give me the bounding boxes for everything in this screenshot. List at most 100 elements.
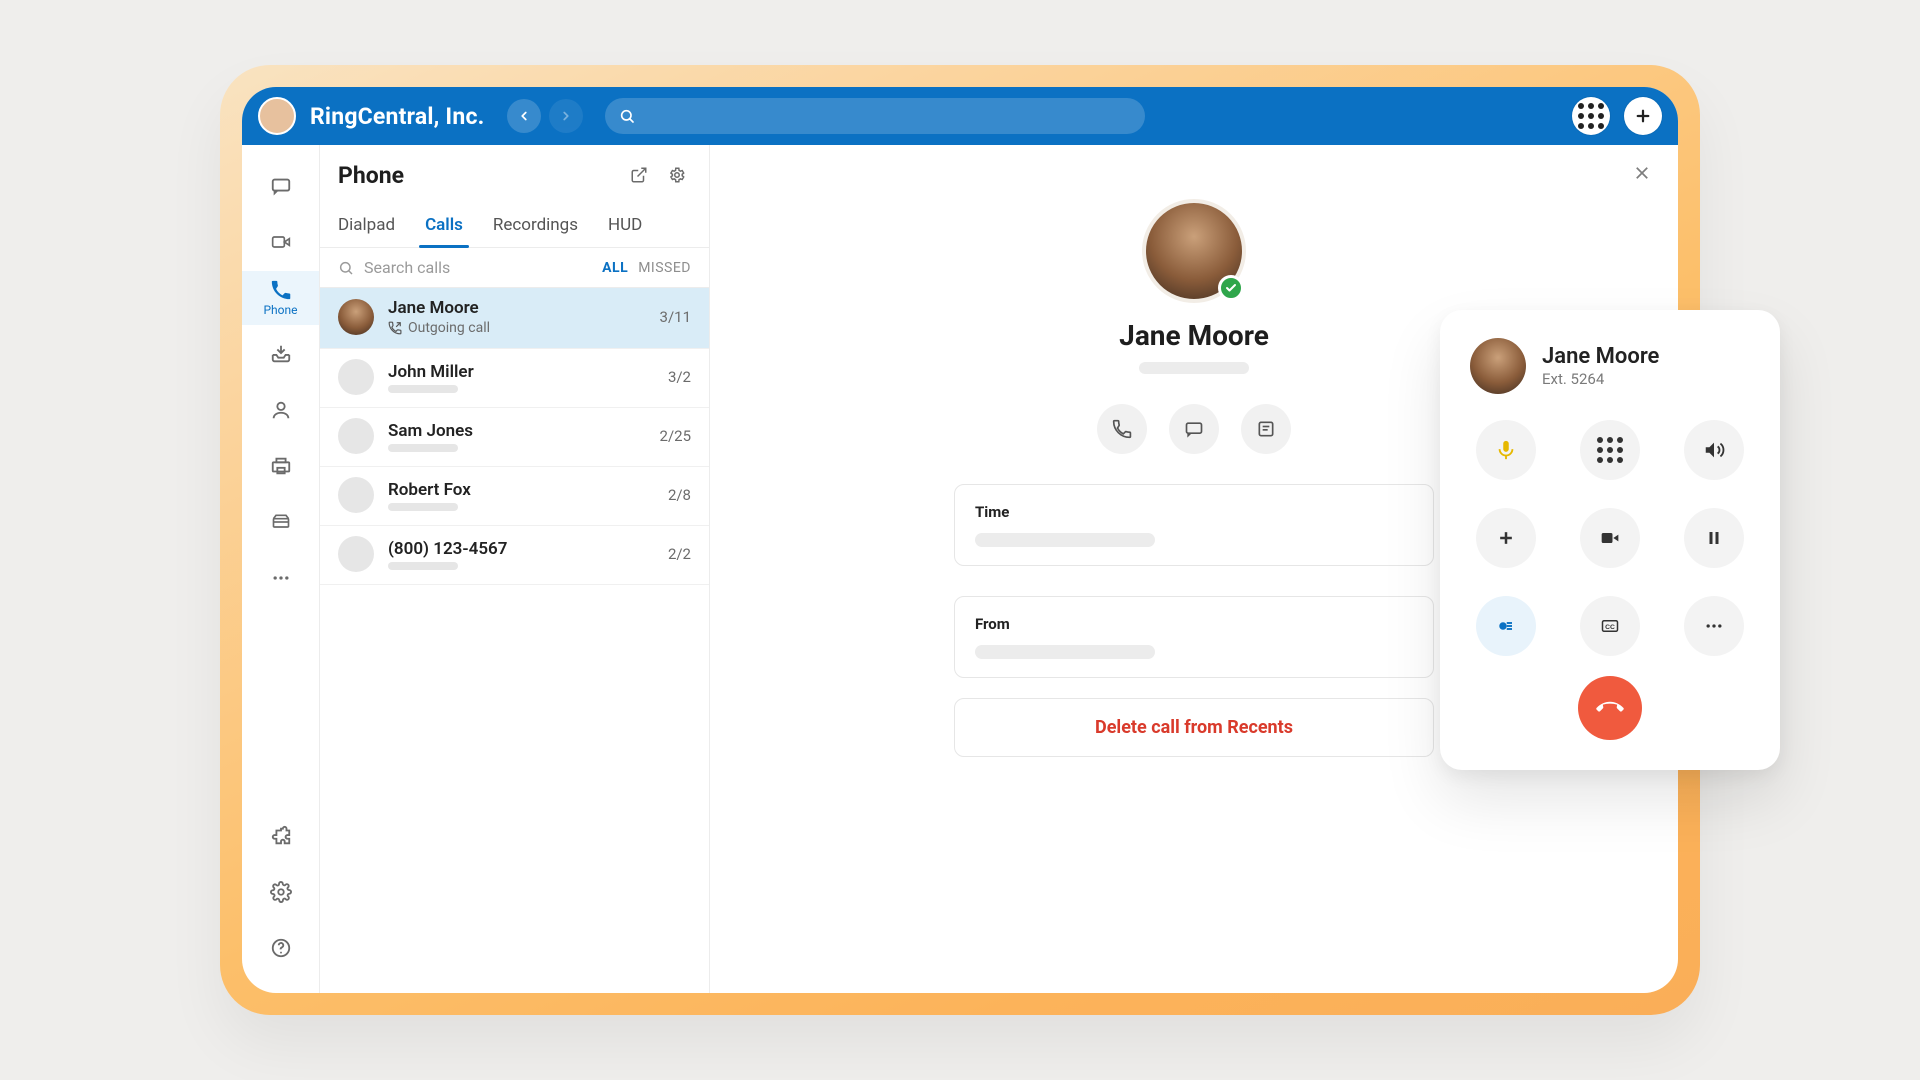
call-item-date: 2/25 <box>660 427 691 445</box>
call-item-name: Sam Jones <box>388 421 646 441</box>
dialpad-button[interactable] <box>1580 420 1640 480</box>
mute-button[interactable] <box>1476 420 1536 480</box>
message-button[interactable] <box>1169 404 1219 454</box>
hangup-button[interactable] <box>1578 676 1642 740</box>
skeleton <box>388 444 458 452</box>
record-button[interactable] <box>1476 596 1536 656</box>
add-call-button[interactable] <box>1476 508 1536 568</box>
mic-icon <box>1495 439 1517 461</box>
filter-missed[interactable]: MISSED <box>638 260 691 276</box>
rail-item-chat[interactable] <box>242 159 319 213</box>
svg-text:CC: CC <box>1605 624 1615 631</box>
rail-item-more[interactable] <box>242 551 319 605</box>
skeleton <box>975 645 1155 659</box>
popout-button[interactable] <box>625 161 653 189</box>
tab-recordings[interactable]: Recordings <box>493 205 578 247</box>
call-item-date: 3/2 <box>668 368 691 386</box>
chat-icon <box>270 175 292 197</box>
avatar <box>1470 338 1526 394</box>
help-icon <box>270 937 292 959</box>
nav-back-button[interactable] <box>507 99 541 133</box>
tab-hud[interactable]: HUD <box>608 205 642 247</box>
nav-arrows <box>507 99 583 133</box>
chat-icon <box>1184 419 1204 439</box>
active-call-name: Jane Moore <box>1542 344 1659 369</box>
avatar <box>1142 199 1246 303</box>
rail-item-contacts[interactable] <box>242 383 319 437</box>
call-controls: CC <box>1470 420 1750 656</box>
search-input[interactable] <box>605 98 1145 134</box>
plus-icon <box>1496 528 1516 548</box>
more-icon <box>1704 616 1724 636</box>
note-button[interactable] <box>1241 404 1291 454</box>
record-icon <box>1495 617 1517 635</box>
from-label: From <box>975 615 1413 633</box>
rail-item-video[interactable] <box>242 215 319 269</box>
filter-all[interactable]: ALL <box>602 260 628 276</box>
hangup-icon <box>1595 693 1625 723</box>
close-button[interactable] <box>1628 159 1656 187</box>
dialpad-icon <box>1597 437 1623 463</box>
tray-icon <box>269 512 293 532</box>
tab-dialpad[interactable]: Dialpad <box>338 205 395 247</box>
panel-settings-button[interactable] <box>663 161 691 189</box>
call-item[interactable]: Jane Moore Outgoing call 3/11 <box>320 288 709 349</box>
call-item-name: Robert Fox <box>388 480 654 500</box>
call-item[interactable]: (800) 123-4567 2/2 <box>320 526 709 585</box>
more-icon <box>271 568 291 588</box>
close-icon <box>1633 164 1651 182</box>
gear-icon <box>270 881 292 903</box>
call-button[interactable] <box>1097 404 1147 454</box>
avatar <box>338 418 374 454</box>
new-button[interactable] <box>1624 97 1662 135</box>
nav-forward-button[interactable] <box>549 99 583 133</box>
time-block: Time <box>954 484 1434 566</box>
filter-row: Search calls ALL MISSED <box>320 248 709 288</box>
external-icon <box>630 166 648 184</box>
rail-item-fax[interactable] <box>242 439 319 493</box>
gear-icon <box>668 166 686 184</box>
more-button[interactable] <box>1684 596 1744 656</box>
check-icon <box>1225 282 1237 294</box>
rail-item-apps[interactable] <box>242 809 319 863</box>
skeleton <box>388 503 458 511</box>
video-icon <box>269 232 293 252</box>
call-item[interactable]: Sam Jones 2/25 <box>320 408 709 467</box>
avatar[interactable] <box>258 97 296 135</box>
skeleton <box>1139 362 1249 374</box>
video-button[interactable] <box>1580 508 1640 568</box>
brand-name: RingCentral, Inc. <box>310 103 485 130</box>
hold-button[interactable] <box>1684 508 1744 568</box>
speaker-button[interactable] <box>1684 420 1744 480</box>
puzzle-icon <box>270 825 292 847</box>
call-item-date: 2/8 <box>668 486 691 504</box>
rail-item-inbox[interactable] <box>242 327 319 381</box>
cc-button[interactable]: CC <box>1580 596 1640 656</box>
rail-item-phone[interactable]: Phone <box>242 271 319 325</box>
call-item-name: (800) 123-4567 <box>388 539 654 559</box>
active-call-panel[interactable]: Jane Moore Ext. 5264 CC <box>1440 310 1780 770</box>
inbox-icon <box>269 343 293 365</box>
skeleton <box>388 562 458 570</box>
presence-badge <box>1218 275 1244 301</box>
avatar <box>338 477 374 513</box>
from-block: From <box>954 596 1434 678</box>
search-icon <box>619 108 635 124</box>
rail-item-settings[interactable] <box>242 865 319 919</box>
nav-rail: Phone <box>242 145 320 993</box>
active-call-ext: Ext. 5264 <box>1542 370 1659 388</box>
panel-title: Phone <box>338 162 615 189</box>
delete-call-button[interactable]: Delete call from Recents <box>954 698 1434 757</box>
search-calls-input[interactable]: Search calls <box>338 258 592 277</box>
topbar: RingCentral, Inc. <box>242 87 1678 145</box>
call-item-sub: Outgoing call <box>408 320 490 336</box>
call-item[interactable]: John Miller 3/2 <box>320 349 709 408</box>
rail-item-help[interactable] <box>242 921 319 975</box>
fax-icon <box>269 455 293 477</box>
dialpad-button[interactable] <box>1572 97 1610 135</box>
call-item[interactable]: Robert Fox 2/8 <box>320 467 709 526</box>
tab-calls[interactable]: Calls <box>425 205 463 247</box>
call-item-name: John Miller <box>388 362 654 382</box>
video-icon <box>1598 528 1622 548</box>
rail-item-voicemail[interactable] <box>242 495 319 549</box>
